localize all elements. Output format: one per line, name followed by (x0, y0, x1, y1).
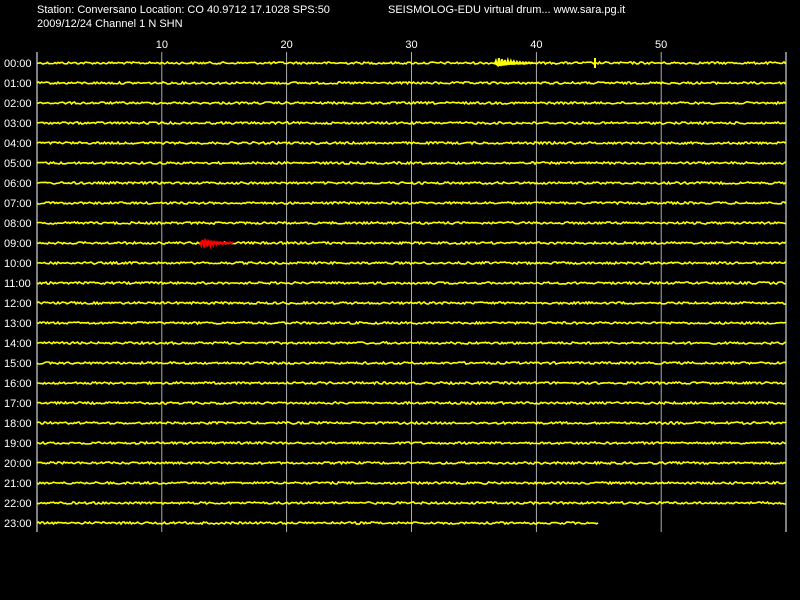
x-tick-label: 40 (530, 39, 542, 51)
row-time-label: 11:00 (4, 278, 31, 290)
x-tick-label: 10 (156, 39, 168, 51)
row-time-label: 07:00 (4, 198, 32, 210)
row-time-label: 18:00 (4, 418, 32, 430)
row-time-label: 19:00 (4, 438, 32, 450)
trace-row-2300 (36, 520, 599, 526)
seismogram-drum-chart: 10 20 30 40 50 00:00 01:00 02:00 03:00 04:00 05:0… (4, 39, 787, 532)
trace-row-0300 (36, 120, 786, 126)
trace-row-0000 (36, 60, 787, 66)
row-time-label: 10:00 (4, 258, 32, 270)
row-time-label: 08:00 (4, 218, 32, 230)
event-mark-0900-2 (198, 237, 234, 250)
x-tick-label: 50 (655, 39, 667, 51)
row-time-label: 12:00 (4, 298, 32, 310)
row-time-label: 23:00 (4, 518, 32, 530)
row-time-label: 02:00 (4, 98, 32, 110)
row-time-label: 17:00 (4, 398, 32, 410)
x-tick-label: 30 (405, 39, 417, 51)
row-time-label: 21:00 (4, 478, 32, 490)
row-time-label: 00:00 (4, 58, 32, 70)
row-time-label: 15:00 (4, 358, 32, 370)
row-time-label: 03:00 (4, 118, 32, 130)
trace-row-0700 (36, 200, 787, 206)
row-time-label: 01:00 (4, 78, 32, 90)
row-time-label: 09:00 (4, 238, 32, 250)
x-tick-label: 20 (281, 39, 293, 51)
row-time-label: 22:00 (4, 498, 32, 510)
event-mark-0000-0 (493, 56, 534, 68)
trace-row-0100 (36, 80, 787, 86)
row-time-label: 20:00 (4, 458, 32, 470)
row-time-label: 16:00 (4, 378, 32, 390)
row-time-label: 06:00 (4, 178, 32, 190)
row-time-label: 05:00 (4, 158, 32, 170)
row-time-label: 13:00 (4, 318, 32, 330)
row-time-label: 14:00 (4, 338, 32, 350)
row-time-label: 04:00 (4, 138, 32, 150)
